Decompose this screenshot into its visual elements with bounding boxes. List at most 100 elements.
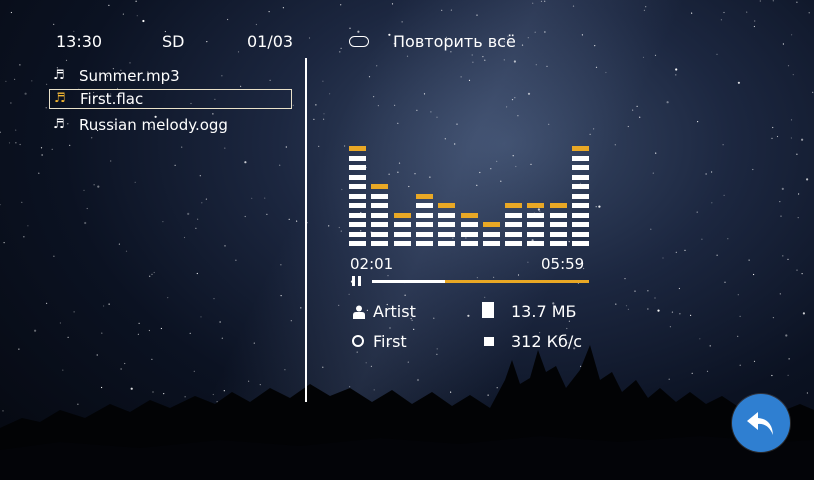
equalizer-segment	[349, 241, 366, 246]
equalizer-bar	[393, 130, 411, 246]
track-title: Russian melody.ogg	[79, 116, 228, 134]
equalizer-visualizer	[349, 130, 589, 246]
equalizer-segment	[572, 241, 589, 246]
equalizer-bar	[505, 130, 523, 246]
elapsed-time: 02:01	[350, 255, 394, 273]
equalizer-segment	[371, 203, 389, 208]
equalizer-peak	[549, 203, 567, 208]
album-label: First	[373, 332, 407, 351]
playlist-item[interactable]: ♬ Russian melody.ogg	[49, 115, 292, 135]
playlist-item[interactable]: ♬ Summer.mp3	[49, 66, 292, 86]
equalizer-segment	[349, 222, 366, 227]
equalizer-segment	[572, 184, 589, 189]
equalizer-segment	[371, 222, 389, 227]
equalizer-bar	[549, 130, 567, 246]
equalizer-segment	[505, 241, 523, 246]
equalizer-segment	[572, 174, 589, 180]
equalizer-peak	[371, 184, 389, 189]
equalizer-peak	[438, 203, 456, 208]
equalizer-segment	[527, 222, 545, 227]
equalizer-segment	[349, 231, 366, 237]
file-size-label: 13.7 МБ	[511, 302, 577, 321]
equalizer-segment	[460, 241, 478, 246]
equalizer-segment	[482, 231, 500, 237]
back-arrow-icon	[747, 412, 773, 435]
equalizer-bar	[438, 130, 456, 246]
equalizer-bar	[460, 130, 478, 246]
file-icon	[482, 302, 494, 318]
equalizer-segment	[505, 231, 523, 237]
equalizer-peak	[527, 203, 545, 208]
equalizer-peak	[460, 212, 478, 218]
equalizer-peak	[415, 193, 433, 199]
music-note-icon: ♬	[54, 91, 66, 106]
equalizer-segment	[572, 231, 589, 237]
equalizer-segment	[505, 222, 523, 227]
equalizer-segment	[572, 165, 589, 170]
repeat-mode-label[interactable]: Повторить всё	[393, 33, 516, 51]
equalizer-segment	[527, 212, 545, 218]
equalizer-segment	[527, 241, 545, 246]
equalizer-segment	[371, 212, 389, 218]
equalizer-segment	[505, 212, 523, 218]
equalizer-bar	[371, 130, 389, 246]
equalizer-segment	[482, 241, 500, 246]
equalizer-segment	[549, 212, 567, 218]
equalizer-segment	[393, 222, 411, 227]
equalizer-segment	[349, 174, 366, 180]
equalizer-bar	[572, 130, 589, 246]
equalizer-segment	[572, 155, 589, 161]
artist-label: Artist	[373, 302, 416, 321]
equalizer-segment	[371, 193, 389, 199]
progress-fill	[372, 280, 446, 283]
equalizer-segment	[393, 231, 411, 237]
equalizer-segment	[415, 241, 433, 246]
back-button[interactable]	[732, 394, 790, 452]
equalizer-segment	[460, 231, 478, 237]
equalizer-segment	[527, 231, 545, 237]
equalizer-segment	[349, 193, 366, 199]
equalizer-segment	[438, 222, 456, 227]
equalizer-segment	[549, 222, 567, 227]
repeat-toggle-icon[interactable]	[349, 36, 369, 47]
equalizer-segment	[572, 203, 589, 208]
track-title: First.flac	[80, 90, 144, 108]
source-label: SD	[162, 32, 185, 51]
equalizer-segment	[371, 241, 389, 246]
equalizer-segment	[371, 231, 389, 237]
bitrate-icon	[484, 337, 494, 346]
track-title: Summer.mp3	[79, 67, 180, 85]
equalizer-segment	[572, 212, 589, 218]
pause-icon[interactable]	[352, 276, 362, 286]
panel-divider	[305, 58, 307, 402]
person-icon	[353, 305, 365, 319]
equalizer-segment	[438, 241, 456, 246]
equalizer-segment	[349, 184, 366, 189]
equalizer-bar	[349, 130, 366, 246]
equalizer-segment	[549, 241, 567, 246]
equalizer-segment	[393, 241, 411, 246]
equalizer-segment	[415, 222, 433, 227]
equalizer-segment	[415, 203, 433, 208]
equalizer-bar	[527, 130, 545, 246]
equalizer-segment	[572, 222, 589, 227]
equalizer-segment	[438, 212, 456, 218]
equalizer-segment	[349, 165, 366, 170]
progress-bar[interactable]	[372, 280, 589, 283]
equalizer-bar	[482, 130, 500, 246]
equalizer-segment	[415, 231, 433, 237]
disc-icon	[352, 335, 364, 347]
equalizer-segment	[438, 231, 456, 237]
playlist-item-selected[interactable]: ♬ First.flac	[49, 89, 292, 109]
equalizer-segment	[460, 222, 478, 227]
total-time: 05:59	[541, 255, 585, 273]
music-note-icon: ♬	[53, 68, 65, 83]
music-note-icon: ♬	[53, 117, 65, 132]
equalizer-bar	[415, 130, 433, 246]
equalizer-segment	[415, 212, 433, 218]
equalizer-segment	[549, 231, 567, 237]
equalizer-segment	[349, 212, 366, 218]
equalizer-segment	[572, 193, 589, 199]
equalizer-peak	[393, 212, 411, 218]
equalizer-peak	[572, 146, 589, 151]
